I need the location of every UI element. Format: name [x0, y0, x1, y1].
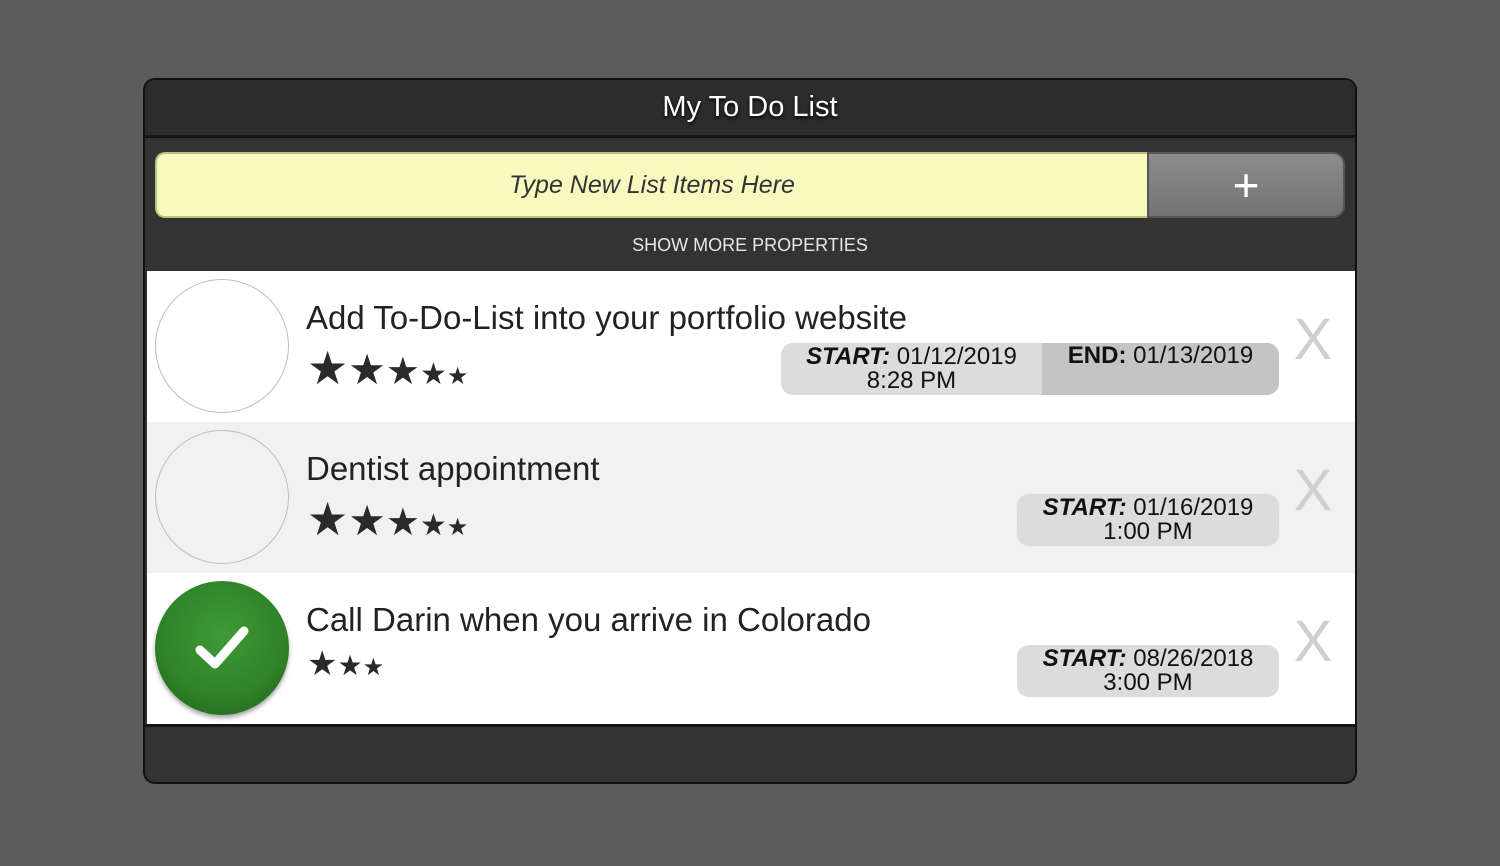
- star-icon[interactable]: ★: [386, 353, 420, 391]
- complete-toggle[interactable]: [155, 581, 289, 715]
- list-item: Dentist appointment ★★★★★ START: 01/16/2…: [147, 422, 1355, 573]
- new-item-input[interactable]: [155, 152, 1147, 218]
- star-icon[interactable]: ★: [420, 511, 447, 541]
- complete-toggle[interactable]: [155, 430, 289, 564]
- footer-bar: [145, 724, 1355, 782]
- star-icon[interactable]: ★: [307, 647, 337, 681]
- star-icon[interactable]: ★: [420, 360, 447, 390]
- star-rating[interactable]: ★★★: [307, 647, 384, 681]
- star-icon[interactable]: ★: [348, 500, 386, 542]
- start-date: 01/12/2019: [896, 343, 1017, 370]
- star-icon[interactable]: ★: [307, 345, 348, 391]
- end-label: END:: [1067, 343, 1127, 369]
- start-date: 01/16/2019: [1133, 494, 1254, 521]
- date-badge: START: 01/12/2019 8:28 PM END: 01/13/201…: [781, 343, 1279, 395]
- start-date-cell: START: 01/12/2019 8:28 PM: [781, 343, 1042, 395]
- date-badge: START: 08/26/2018 3:00 PM: [1017, 645, 1279, 697]
- star-icon[interactable]: ★: [337, 652, 362, 680]
- item-text: Call Darin when you arrive in Colorado: [306, 601, 871, 638]
- delete-x-icon[interactable]: X: [1293, 462, 1333, 522]
- star-icon[interactable]: ★: [348, 349, 386, 391]
- end-date: 01/13/2019: [1133, 343, 1254, 369]
- add-item-button[interactable]: +: [1147, 152, 1345, 218]
- end-date-cell: END: 01/13/2019: [1042, 343, 1279, 395]
- todo-app: My To Do List + SHOW MORE PROPERTIES Add…: [143, 78, 1357, 784]
- star-rating[interactable]: ★★★★★: [307, 345, 468, 391]
- start-label: START:: [806, 343, 891, 370]
- delete-x-icon[interactable]: X: [1293, 613, 1333, 673]
- start-time: 1:00 PM: [1103, 518, 1193, 545]
- start-label: START:: [1042, 494, 1127, 521]
- plus-icon: +: [1232, 159, 1260, 211]
- date-badge: START: 01/16/2019 1:00 PM: [1017, 494, 1279, 546]
- star-icon[interactable]: ★: [386, 504, 420, 542]
- checkmark-icon: [195, 626, 249, 669]
- start-date: 08/26/2018: [1133, 645, 1254, 672]
- list-item: Add To-Do-List into your portfolio websi…: [147, 271, 1355, 422]
- list-item: Call Darin when you arrive in Colorado ★…: [147, 573, 1355, 724]
- star-icon[interactable]: ★: [447, 365, 469, 389]
- title-bar: My To Do List: [145, 80, 1355, 138]
- item-text: Dentist appointment: [306, 450, 600, 487]
- todo-list: Add To-Do-List into your portfolio websi…: [147, 271, 1355, 724]
- complete-toggle[interactable]: [155, 279, 289, 413]
- start-label: START:: [1042, 645, 1127, 672]
- show-more-properties-link[interactable]: SHOW MORE PROPERTIES: [145, 235, 1355, 256]
- start-date-cell: START: 08/26/2018 3:00 PM: [1017, 645, 1279, 697]
- star-icon[interactable]: ★: [363, 656, 385, 680]
- star-rating[interactable]: ★★★★★: [307, 496, 468, 542]
- start-time: 8:28 PM: [866, 367, 957, 394]
- app-title: My To Do List: [662, 91, 838, 123]
- star-icon[interactable]: ★: [307, 496, 348, 542]
- new-item-row: +: [155, 152, 1345, 218]
- start-time: 3:00 PM: [1103, 669, 1193, 696]
- start-date-cell: START: 01/16/2019 1:00 PM: [1017, 494, 1279, 546]
- star-icon[interactable]: ★: [447, 516, 469, 540]
- delete-x-icon[interactable]: X: [1293, 311, 1333, 371]
- item-text: Add To-Do-List into your portfolio websi…: [306, 299, 908, 336]
